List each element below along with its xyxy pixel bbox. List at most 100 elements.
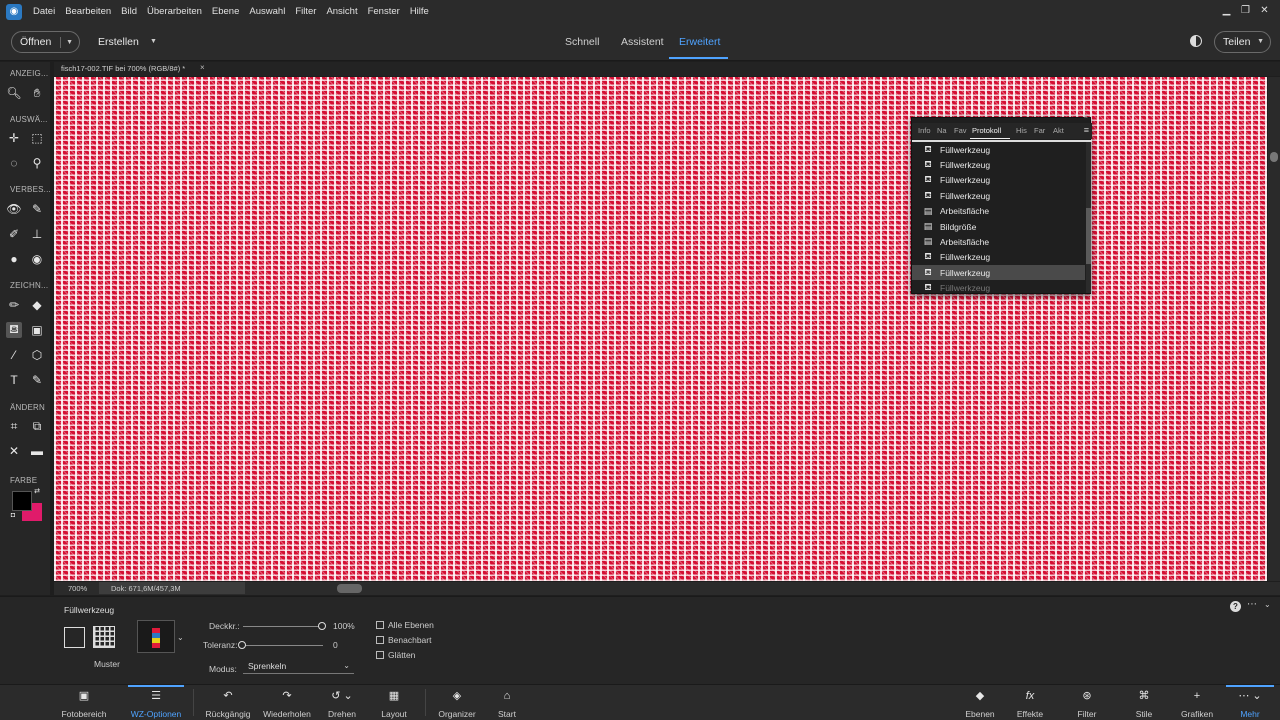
tab-erweitert[interactable]: Erweitert: [679, 36, 720, 48]
history-item[interactable]: ▤ Arbeitsfläche: [912, 204, 1085, 219]
history-item[interactable]: ▤ Arbeitsfläche: [912, 234, 1085, 249]
rotate-button[interactable]: ↺ ⌄ Drehen: [325, 685, 359, 720]
brush-icon[interactable]: ✏︎: [6, 297, 22, 313]
chevron-down-icon[interactable]: ▼: [150, 38, 157, 45]
more-options-icon[interactable]: ⋯: [1247, 599, 1257, 610]
open-button[interactable]: Öffnen ▼: [11, 31, 80, 53]
create-button[interactable]: Erstellen: [98, 36, 139, 48]
menu-auswahl[interactable]: Auswahl: [249, 6, 285, 17]
history-scrollbar[interactable]: [1086, 142, 1091, 293]
contiguous-checkbox[interactable]: [376, 636, 384, 644]
hand-icon[interactable]: ✋︎: [29, 85, 45, 101]
tab-farbfelder[interactable]: Far: [1034, 126, 1045, 135]
history-item[interactable]: ⛾ Füllwerkzeug: [912, 281, 1085, 293]
graphics-button[interactable]: + Grafiken: [1180, 685, 1214, 720]
opacity-slider-knob[interactable]: [318, 622, 326, 630]
menu-fenster[interactable]: Fenster: [368, 6, 400, 17]
fill-pattern-option-icon[interactable]: [93, 626, 115, 648]
move-icon[interactable]: ✛: [6, 130, 22, 146]
menu-bearbeiten[interactable]: Bearbeiten: [65, 6, 111, 17]
tab-assistent[interactable]: Assistent: [621, 36, 664, 48]
filter-button[interactable]: ⊛ Filter: [1074, 685, 1100, 720]
layers-button[interactable]: ◆ Ebenen: [963, 685, 997, 720]
history-item[interactable]: ▤ Bildgröße: [912, 219, 1085, 234]
history-item[interactable]: ⛾ Füllwerkzeug: [912, 265, 1085, 281]
history-item[interactable]: ⛾ Füllwerkzeug: [912, 142, 1085, 157]
clone-stamp-icon[interactable]: ⊥: [29, 226, 45, 242]
tab-protokoll[interactable]: Protokoll: [972, 126, 1001, 135]
undo-button[interactable]: ↶ Rückgängig: [204, 685, 252, 720]
red-eye-icon[interactable]: 👁︎: [6, 201, 22, 217]
content-aware-move-icon[interactable]: ✕: [6, 443, 22, 459]
lasso-icon[interactable]: ◌: [6, 155, 22, 171]
menu-ebene[interactable]: Ebene: [212, 6, 239, 17]
default-colors-icon[interactable]: ◘: [9, 511, 17, 519]
organizer-button[interactable]: ◈ Organizer: [436, 685, 478, 720]
zoom-level[interactable]: 700%: [68, 584, 87, 593]
anti-alias-checkbox[interactable]: [376, 651, 384, 659]
chevron-down-icon[interactable]: ⌄: [1264, 600, 1271, 609]
tab-navigator[interactable]: Na: [937, 126, 947, 135]
tab-schnell[interactable]: Schnell: [565, 36, 599, 48]
fill-foreground-option-icon[interactable]: [64, 627, 85, 648]
pattern-picker[interactable]: [137, 620, 175, 653]
sponge-icon[interactable]: ◉: [29, 251, 45, 267]
tab-info[interactable]: Info: [918, 126, 931, 135]
document-size[interactable]: Dok: 671,6M/457,3M: [99, 582, 245, 594]
zoom-icon[interactable]: 🔍︎: [6, 85, 22, 101]
mode-select[interactable]: Sprenkeln ⌄: [243, 660, 354, 674]
menu-filter[interactable]: Filter: [295, 6, 316, 17]
history-item[interactable]: ⛾ Füllwerkzeug: [912, 250, 1085, 265]
vertical-scroll-thumb[interactable]: [1270, 152, 1278, 162]
history-item[interactable]: ⛾ Füllwerkzeug: [912, 188, 1085, 203]
menu-hilfe[interactable]: Hilfe: [410, 6, 429, 17]
more-button[interactable]: ⋯ ⌄ Mehr: [1226, 685, 1274, 720]
all-layers-label[interactable]: Alle Ebenen: [388, 620, 434, 630]
chevron-down-icon[interactable]: ⌄: [177, 633, 184, 642]
menu-datei[interactable]: Datei: [33, 6, 55, 17]
menu-bild[interactable]: Bild: [121, 6, 137, 17]
pencil-icon[interactable]: ✎: [29, 372, 45, 388]
help-icon[interactable]: ?: [1230, 601, 1241, 612]
foreground-color-swatch[interactable]: [12, 491, 32, 511]
eraser-icon[interactable]: ◆: [29, 297, 45, 313]
blur-icon[interactable]: ●: [6, 251, 22, 267]
marquee-icon[interactable]: ⬚: [29, 130, 45, 146]
swap-colors-icon[interactable]: ⇄: [33, 487, 41, 495]
paint-bucket-icon[interactable]: ⛾: [6, 322, 22, 338]
history-item[interactable]: ⛾ Füllwerkzeug: [912, 157, 1085, 172]
panel-menu-icon[interactable]: ≡: [1084, 125, 1089, 135]
tab-favoriten[interactable]: Fav: [954, 126, 967, 135]
quick-select-icon[interactable]: ⚲: [29, 155, 45, 171]
all-layers-checkbox[interactable]: [376, 621, 384, 629]
recompose-icon[interactable]: ⧉: [29, 418, 45, 434]
effects-button[interactable]: fx Effekte: [1014, 685, 1046, 720]
straighten-icon[interactable]: ▬: [29, 443, 45, 459]
vertical-scrollbar[interactable]: [1268, 77, 1280, 581]
close-icon[interactable]: ×: [1084, 114, 1088, 121]
custom-shape-icon[interactable]: ⬡: [29, 347, 45, 363]
horizontal-scroll-thumb[interactable]: [337, 584, 362, 593]
theme-toggle-icon[interactable]: [1190, 35, 1202, 47]
tolerance-slider-knob[interactable]: [238, 641, 246, 649]
menu-ansicht[interactable]: Ansicht: [326, 6, 357, 17]
eyedropper-icon[interactable]: ⁄: [6, 347, 22, 363]
opacity-slider-track[interactable]: [243, 626, 323, 627]
contiguous-label[interactable]: Benachbart: [388, 635, 431, 645]
history-item[interactable]: ⛾ Füllwerkzeug: [912, 173, 1085, 188]
menu-ueberarbeiten[interactable]: Überarbeiten: [147, 6, 202, 17]
restore-icon[interactable]: ❐: [1238, 3, 1253, 18]
tab-aktionen[interactable]: Akt: [1053, 126, 1064, 135]
crop-icon[interactable]: ⌗: [6, 418, 22, 434]
chevron-down-icon[interactable]: ▼: [60, 37, 73, 48]
styles-button[interactable]: ⌘ Stile: [1133, 685, 1155, 720]
start-button[interactable]: ⌂ Start: [494, 685, 520, 720]
type-icon[interactable]: T: [6, 372, 22, 388]
app-logo-icon[interactable]: ◉: [6, 3, 22, 20]
anti-alias-label[interactable]: Glätten: [388, 650, 415, 660]
redo-button[interactable]: ↷ Wiederholen: [261, 685, 313, 720]
minimize-icon[interactable]: ▁: [1219, 3, 1234, 18]
smart-brush-icon[interactable]: ✐: [6, 226, 22, 242]
opacity-value[interactable]: 100%: [333, 621, 355, 631]
tool-options-button[interactable]: ☰ WZ-Optionen: [128, 685, 184, 720]
